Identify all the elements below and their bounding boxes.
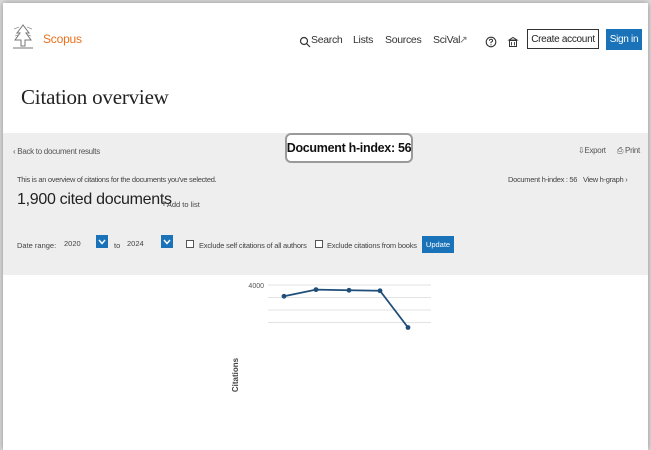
- top-navigation: Scopus Search Lists Sources SciVal ↗ Cre…: [3, 3, 648, 73]
- to-year-dropdown[interactable]: [161, 235, 173, 248]
- sign-in-button[interactable]: Sign in: [606, 29, 642, 50]
- h-index-value: Document h-index : 56: [508, 175, 578, 184]
- scopus-window: Scopus Search Lists Sources SciVal ↗ Cre…: [3, 3, 648, 450]
- search-icon[interactable]: [299, 36, 311, 48]
- cited-documents-count: 1,900 cited documents: [17, 191, 172, 208]
- h-index-callout: Document h-index: 56: [285, 133, 413, 163]
- back-to-results-link[interactable]: ‹ Back to document results: [13, 147, 100, 156]
- chevron-down-icon: [163, 239, 171, 245]
- to-label: to: [114, 241, 121, 250]
- institution-icon[interactable]: [507, 36, 519, 48]
- nav-search[interactable]: Search: [311, 34, 343, 46]
- citations-chart-area: 4000 Citations: [3, 275, 648, 450]
- print-label: Print: [625, 146, 640, 155]
- from-year-dropdown[interactable]: [96, 235, 108, 248]
- h-index-summary: Document h-index : 56 View h-graph ›: [508, 175, 628, 184]
- view-h-graph-link[interactable]: View h-graph ›: [582, 175, 628, 184]
- exclude-self-citations-checkbox[interactable]: [186, 240, 194, 248]
- exclude-self-citations-label: Exclude self citations of all authors: [199, 241, 307, 250]
- citations-line-chart: 4000 Citations: [231, 283, 431, 392]
- view-h-graph-label: View h-graph: [582, 175, 624, 184]
- exclude-books-checkbox[interactable]: [315, 240, 323, 248]
- y-axis-label: Citations: [231, 357, 240, 392]
- print-button[interactable]: ⎙ Print: [617, 146, 640, 156]
- data-point: [346, 287, 352, 293]
- from-year-select[interactable]: 2020: [64, 235, 81, 251]
- chevron-right-icon: ›: [625, 175, 628, 184]
- external-link-icon: ↗: [459, 34, 468, 46]
- citation-overview-panel: ‹ Back to document results Document h-in…: [3, 133, 648, 275]
- overview-description: This is an overview of citations for the…: [17, 175, 217, 184]
- data-point: [313, 287, 319, 293]
- series-line: [283, 288, 409, 329]
- help-icon[interactable]: [485, 36, 497, 48]
- nav-scival[interactable]: SciVal: [433, 34, 460, 46]
- create-account-button[interactable]: Create account: [527, 29, 599, 49]
- export-label: Export: [584, 146, 606, 155]
- export-button[interactable]: ⇩Export: [578, 146, 606, 155]
- chevron-down-icon: [98, 239, 106, 245]
- data-point: [405, 325, 411, 330]
- to-year-select[interactable]: 2024: [127, 235, 144, 251]
- add-to-list-button[interactable]: +Add to list: [161, 199, 200, 210]
- data-point: [281, 293, 287, 299]
- nav-sources[interactable]: Sources: [385, 34, 422, 46]
- page-title: Citation overview: [21, 85, 169, 109]
- y-tick-label: 4000: [248, 283, 264, 290]
- exclude-books-label: Exclude citations from books: [327, 241, 417, 250]
- back-to-results-label: Back to document results: [17, 147, 100, 156]
- data-point: [377, 288, 383, 294]
- date-range-label: Date range:: [17, 241, 57, 250]
- print-icon: ⎙: [617, 146, 626, 155]
- update-button[interactable]: Update: [422, 236, 454, 253]
- nav-lists[interactable]: Lists: [353, 34, 373, 46]
- add-to-list-label: Add to list: [166, 200, 200, 209]
